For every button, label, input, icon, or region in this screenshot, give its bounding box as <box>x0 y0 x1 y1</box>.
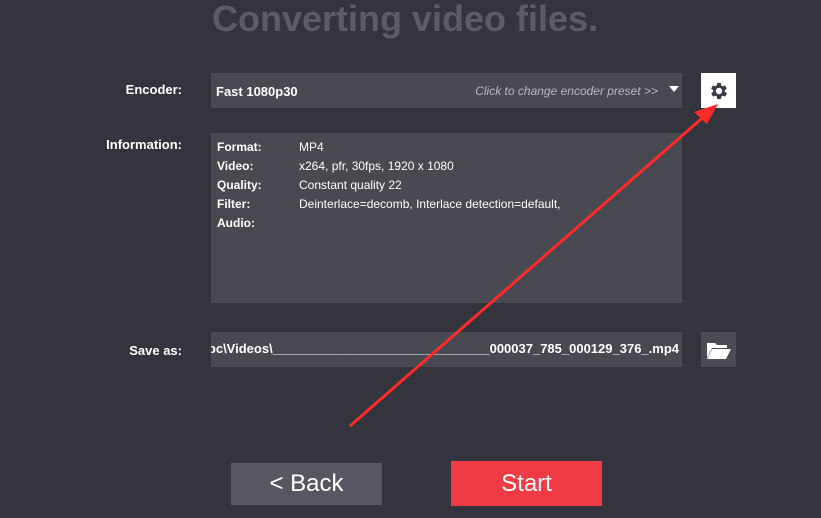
information-label: Information: <box>106 137 182 152</box>
encoder-preset-dropdown[interactable]: Fast 1080p30 Click to change encoder pre… <box>211 73 682 108</box>
page-title: Converting video files. <box>212 0 599 39</box>
info-value: x264, pfr, 30fps, 1920 x 1080 <box>299 159 454 173</box>
info-key: Filter: <box>217 197 251 211</box>
encoder-preset-value: Fast 1080p30 <box>216 84 298 99</box>
info-key: Audio: <box>217 216 255 230</box>
info-value: Deinterlace=decomb, Interlace detection=… <box>299 197 561 211</box>
folder-open-icon <box>706 342 731 359</box>
encoder-settings-button[interactable] <box>701 73 736 108</box>
save-as-label: Save as: <box>129 343 182 358</box>
back-button[interactable]: < Back <box>231 463 382 505</box>
information-panel: Format: MP4 Video: x264, pfr, 30fps, 192… <box>211 133 682 303</box>
gear-icon <box>710 82 727 99</box>
encoder-label: Encoder: <box>125 82 182 97</box>
save-as-path[interactable]: s\pc\Videos\____________________________… <box>211 341 679 356</box>
start-button[interactable]: Start <box>451 461 602 506</box>
chevron-down-icon <box>669 86 679 92</box>
info-key: Video: <box>217 159 254 173</box>
browse-folder-button[interactable] <box>701 332 736 367</box>
save-as-field[interactable]: s\pc\Videos\____________________________… <box>211 332 682 367</box>
info-key: Format: <box>217 140 262 154</box>
info-key: Quality: <box>217 178 262 192</box>
encoder-preset-hint: Click to change encoder preset >> <box>475 84 658 98</box>
info-value: Constant quality 22 <box>299 178 402 192</box>
info-value: MP4 <box>299 140 324 154</box>
